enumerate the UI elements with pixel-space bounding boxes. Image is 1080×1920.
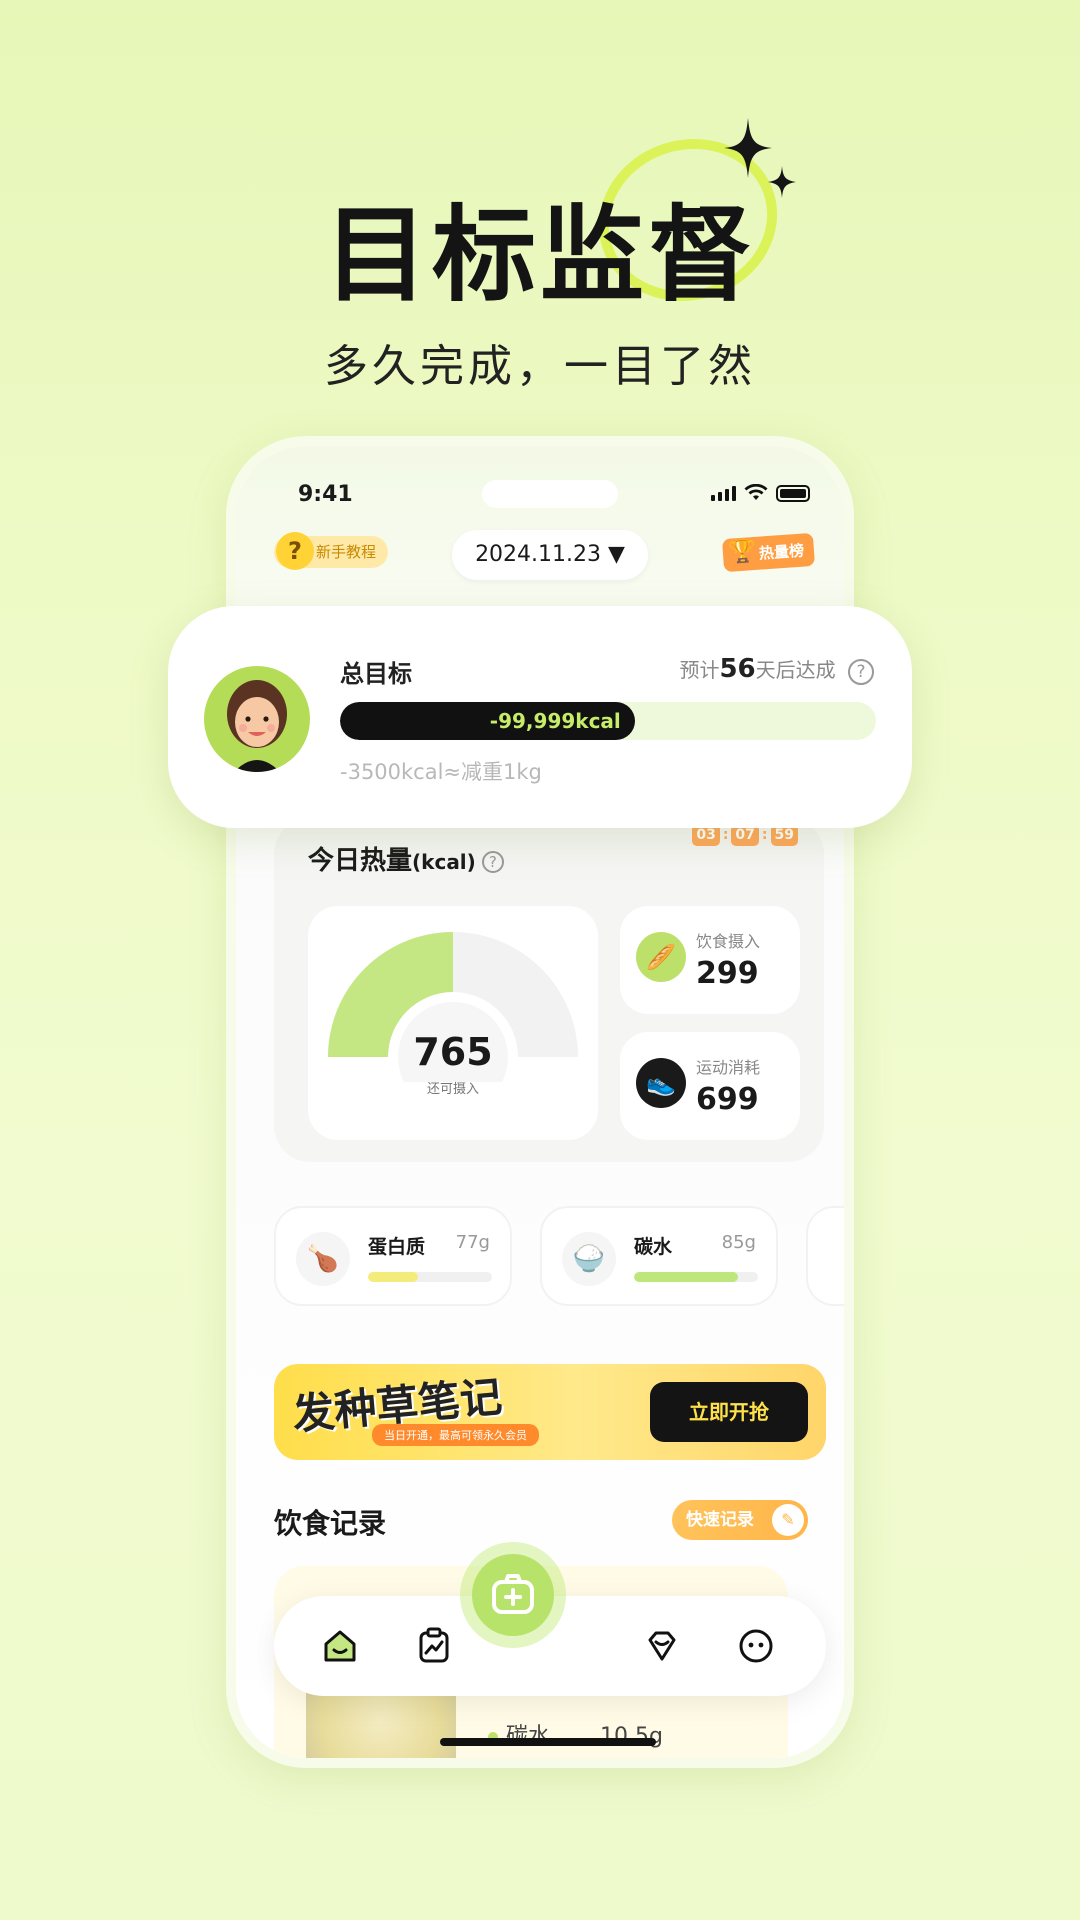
sneaker-icon: 👟 [636,1058,686,1108]
intake-label: 饮食摄入 [696,932,761,951]
camera-plus-icon [492,1574,534,1614]
hot-ranking-label: 热量榜 [758,541,805,563]
burn-value: 699 [696,1082,759,1117]
user-avatar[interactable] [204,666,310,772]
today-title: 今日热量(kcal)? [308,840,504,877]
dynamic-island [482,480,618,508]
today-title-text: 今日热量 [308,846,413,876]
macro-progress [634,1272,758,1282]
eta-suffix: 天后达成 [755,658,836,682]
remaining-label: 还可摄入 [426,1082,479,1097]
remaining-value: 765 [413,1030,493,1074]
hero-title: 目标监督 [323,194,756,316]
home-indicator [440,1738,656,1746]
date-picker[interactable]: 2024.11.23 ▼ [452,530,648,580]
diamond-icon[interactable] [642,1626,682,1666]
hot-ranking-button[interactable]: 🏆 热量榜 [721,532,816,573]
hero-subtitle: 多久完成，一目了然 [324,341,756,392]
quick-record-label: 快速记录 [686,1510,754,1530]
banner-subtitle: 当日开通，最高可领永久会员 [372,1424,539,1446]
goal-progress-label: -99,999kcal [489,709,621,733]
status-icons [711,484,810,502]
today-calories-card: 今日热量(kcal)? 03: 07: 59 765 还可摄入 🥖 饮食摄入 2 [274,818,824,1162]
eta-prefix: 预计 [679,658,720,682]
camera-add-button[interactable] [472,1554,554,1636]
macro-card-protein[interactable]: 🍗 蛋白质 77g [274,1206,512,1306]
total-goal-card[interactable]: 总目标 预计56天后达成 ? -99,999kcal -3500kcal≈减重1… [168,606,912,828]
macro-progress [368,1272,492,1282]
macro-card-carbs[interactable]: 🍚 碳水 85g [540,1206,778,1306]
calorie-gauge: 765 还可摄入 [308,906,598,1140]
battery-icon [776,484,810,502]
clipboard-icon: ✎ [772,1504,804,1536]
help-icon[interactable]: ? [481,850,504,873]
help-icon[interactable]: ? [848,658,874,685]
wifi-icon [744,484,768,500]
drumstick-icon: 🍗 [296,1232,350,1286]
tutorial-button[interactable]: ? 新手教程 [274,532,389,570]
records-title: 饮食记录 [274,1507,387,1540]
macro-amount: 85g [721,1232,756,1253]
burn-label: 运动消耗 [696,1058,761,1077]
eta-days: 56 [719,654,756,684]
promo-banner[interactable]: 发种草笔记 当日开通，最高可领永久会员 立即开抢 [274,1364,826,1460]
signal-icon [711,485,736,501]
burn-stat[interactable]: 👟 运动消耗 699 [620,1032,800,1140]
status-time: 9:41 [298,482,353,507]
avatar-illustration [227,680,287,772]
macro-amount: 77g [455,1232,490,1253]
bread-icon: 🥖 [636,932,686,982]
goal-progress-fill: -99,999kcal [340,702,635,740]
macro-card-partial[interactable] [806,1206,844,1306]
tutorial-label: 新手教程 [316,543,377,561]
intake-stat[interactable]: 🥖 饮食摄入 299 [620,906,800,1014]
today-unit: (kcal) [412,850,476,874]
goal-eta: 预计56天后达成 ? [679,654,874,685]
goal-note: -3500kcal≈减重1kg [340,760,542,784]
profile-face-icon[interactable] [736,1626,776,1666]
home-icon[interactable] [320,1626,360,1666]
banner-cta-button[interactable]: 立即开抢 [650,1382,808,1442]
macro-progress-fill [368,1272,418,1282]
intake-value: 299 [696,956,759,991]
rice-bowl-icon: 🍚 [562,1232,616,1286]
goal-title: 总目标 [340,660,412,688]
trophy-icon: 🏆 [728,538,758,566]
goal-progress-bar: -99,999kcal [340,702,876,740]
macro-progress-fill [634,1272,739,1282]
question-icon: ? [276,532,314,570]
macro-name: 蛋白质 [368,1236,426,1258]
quick-record-button[interactable]: 快速记录 ✎ [672,1500,808,1540]
macro-name: 碳水 [634,1236,673,1258]
stats-icon[interactable] [414,1626,454,1666]
